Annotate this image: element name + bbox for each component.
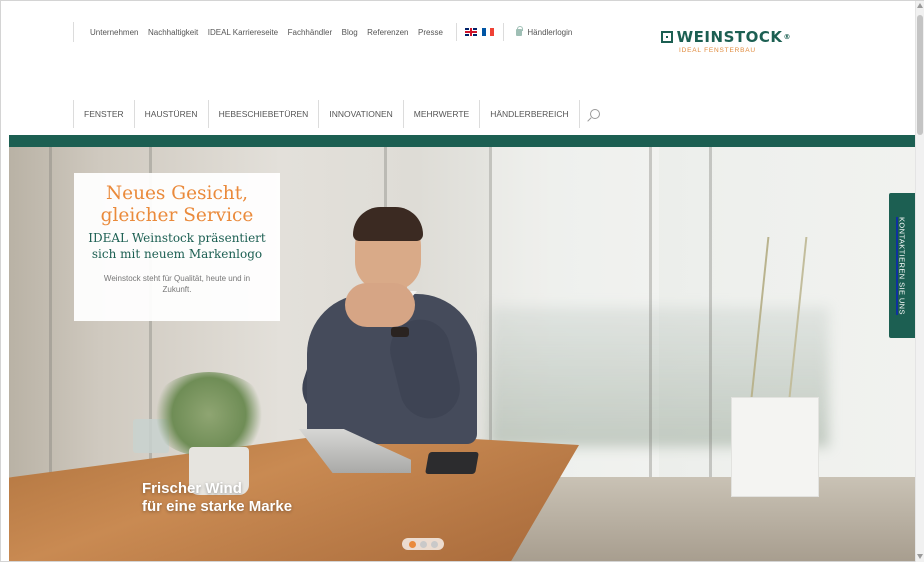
logo-wordmark: WEINSTOCK ® <box>661 28 791 46</box>
promo-body-text: Weinstock steht für Qualität, heute und … <box>103 274 251 294</box>
search-icon <box>589 109 600 119</box>
browser-viewport: Unternehmen Nachhaltigkeit IDEAL Karrier… <box>0 0 924 562</box>
utility-link-nachhaltigkeit[interactable]: Nachhaltigkeit <box>148 28 198 37</box>
promo-subheadline: IDEAL Weinstock präsentiert sich mit neu… <box>74 230 280 262</box>
hero-caption: Frischer Wind für eine starke Marke <box>142 480 292 516</box>
scroll-down-arrow-icon[interactable] <box>917 554 923 559</box>
hero-planter-right <box>731 397 819 497</box>
header-accent-bar <box>9 135 915 147</box>
hero-plant-left <box>149 372 269 457</box>
main-nav-haendlerbereich[interactable]: HÄNDLERBEREICH <box>479 100 580 128</box>
promo-subheadline-line-2: sich mit neuem Markenlogo <box>91 247 263 261</box>
hero-person-hands <box>345 283 415 327</box>
nav-divider <box>503 23 505 41</box>
promo-subheadline-line-1: IDEAL Weinstock präsentiert <box>88 231 266 245</box>
logo-registered: ® <box>783 33 791 41</box>
promo-headline: Neues Gesicht, gleicher Service <box>74 183 280 227</box>
main-nav-innovationen[interactable]: INNOVATIONEN <box>318 100 402 128</box>
utility-link-karriere[interactable]: IDEAL Karriereseite <box>208 28 278 37</box>
brand-logo[interactable]: WEINSTOCK ® IDEAL FENSTERBAU <box>661 28 791 54</box>
slider-dot-1[interactable] <box>408 540 416 548</box>
hero-person-image <box>294 207 497 449</box>
promo-headline-line-1: Neues Gesicht, <box>105 183 249 204</box>
main-nav: FENSTER HAUSTÜREN HEBESCHIEBETÜREN INNOV… <box>73 100 610 128</box>
scroll-up-arrow-icon[interactable] <box>917 3 923 8</box>
logo-mark-icon <box>661 31 673 43</box>
dealer-login-label: Händlerlogin <box>527 27 573 37</box>
contact-us-tab[interactable]: KONTAKTIEREN SIE UNS <box>889 193 915 338</box>
hero-caption-line-1: Frischer Wind <box>142 480 242 497</box>
fr-flag-icon[interactable] <box>482 28 495 36</box>
contact-us-label: KONTAKTIEREN SIE UNS <box>897 216 907 315</box>
utility-nav: Unternehmen Nachhaltigkeit IDEAL Karrier… <box>73 22 582 42</box>
slider-dot-3[interactable] <box>430 540 438 548</box>
main-nav-hebeschiebetueren[interactable]: HEBESCHIEBETÜREN <box>207 100 319 128</box>
main-nav-mehrwerte[interactable]: MEHRWERTE <box>402 100 479 128</box>
scrollbar-thumb[interactable] <box>917 15 923 135</box>
lock-icon <box>516 25 524 36</box>
nav-divider <box>456 23 458 41</box>
hero-caption-line-2: für eine starke Marke <box>142 498 293 515</box>
utility-link-fachhaendler[interactable]: Fachhändler <box>288 28 332 37</box>
logo-name: WEINSTOCK <box>676 28 783 46</box>
slider-dot-2[interactable] <box>419 540 427 548</box>
watch-icon <box>391 327 409 337</box>
hero-person-hair <box>353 207 423 241</box>
hero-promo-card[interactable]: Neues Gesicht, gleicher Service IDEAL We… <box>74 173 280 321</box>
logo-subtitle: IDEAL FENSTERBAU <box>679 47 756 54</box>
utility-link-referenzen[interactable]: Referenzen <box>367 28 408 37</box>
page-scrollbar[interactable] <box>915 1 924 562</box>
utility-link-blog[interactable]: Blog <box>342 28 358 37</box>
dealer-login-link[interactable]: Händlerlogin <box>516 25 573 37</box>
uk-flag-icon[interactable] <box>465 28 478 36</box>
main-nav-fenster[interactable]: FENSTER <box>73 100 134 128</box>
slider-pagination <box>402 538 444 550</box>
hero-table <box>9 432 579 561</box>
utility-link-presse[interactable]: Presse <box>418 28 443 37</box>
hero-tablet <box>425 452 479 474</box>
search-button[interactable] <box>580 100 610 128</box>
utility-link-unternehmen[interactable]: Unternehmen <box>90 28 138 37</box>
main-nav-haustueren[interactable]: HAUSTÜREN <box>133 100 208 128</box>
promo-headline-line-2: gleicher Service <box>100 205 254 226</box>
